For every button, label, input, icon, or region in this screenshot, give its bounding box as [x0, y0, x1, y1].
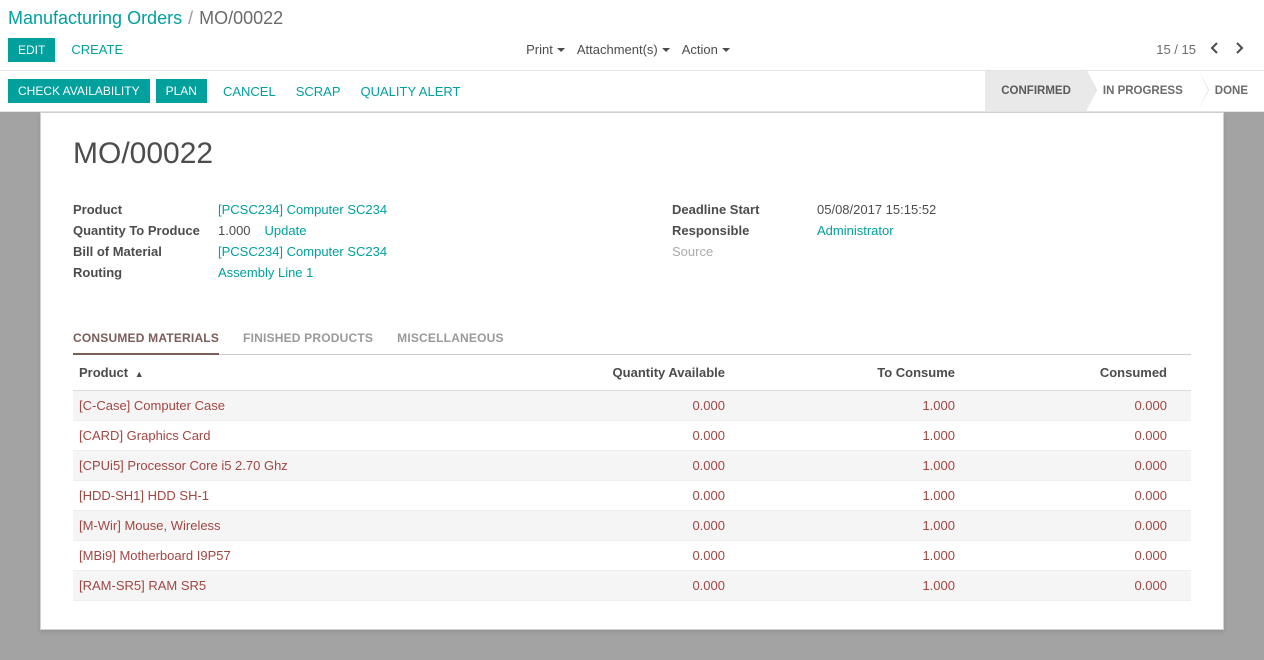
product-link[interactable]: [MBi9] Motherboard I9P57	[79, 548, 231, 563]
routing-value[interactable]: Assembly Line 1	[218, 265, 313, 280]
product-link[interactable]: [CPUi5] Processor Core i5 2.70 Ghz	[79, 458, 288, 473]
tabs: CONSUMED MATERIALS FINISHED PRODUCTS MIS…	[73, 323, 1191, 355]
col-qty-available[interactable]: Quantity Available	[501, 355, 731, 391]
breadcrumb-separator: /	[188, 8, 193, 29]
consumed-cell: 0.000	[961, 511, 1191, 541]
table-row: [HDD-SH1] HDD SH-1 0.0001.0000.000	[73, 481, 1191, 511]
responsible-value[interactable]: Administrator	[817, 223, 894, 238]
source-label: Source	[672, 244, 817, 259]
qty-available-cell: 0.000	[501, 541, 731, 571]
table-row: [C-Case] Computer Case 0.0001.0000.000	[73, 391, 1191, 421]
table-row: [CPUi5] Processor Core i5 2.70 Ghz 0.0001…	[73, 451, 1191, 481]
attachments-dropdown[interactable]: Attachment(s)	[577, 42, 670, 57]
to-consume-cell: 1.000	[731, 511, 961, 541]
scrap-button[interactable]: SCRAP	[296, 84, 341, 99]
pager-prev-button[interactable]	[1206, 37, 1222, 62]
cancel-button[interactable]: CANCEL	[223, 84, 276, 99]
quality-alert-button[interactable]: QUALITY ALERT	[361, 84, 461, 99]
col-product-label: Product	[79, 365, 128, 380]
routing-label: Routing	[73, 265, 218, 280]
tab-miscellaneous[interactable]: MISCELLANEOUS	[397, 323, 504, 355]
bom-value[interactable]: [PCSC234] Computer SC234	[218, 244, 387, 259]
consumed-cell: 0.000	[961, 421, 1191, 451]
check-availability-button[interactable]: CHECK AVAILABILITY	[8, 79, 150, 103]
table-row: [M-Wir] Mouse, Wireless 0.0001.0000.000	[73, 511, 1191, 541]
qty-available-cell: 0.000	[501, 451, 731, 481]
to-consume-cell: 1.000	[731, 451, 961, 481]
product-label: Product	[73, 202, 218, 217]
status-in-progress[interactable]: IN PROGRESS	[1087, 71, 1199, 111]
product-link[interactable]: [CARD] Graphics Card	[79, 428, 210, 443]
col-product[interactable]: Product ▲	[73, 355, 501, 391]
action-dropdown[interactable]: Action	[682, 42, 730, 57]
qty-value: 1.000	[218, 223, 251, 238]
chevron-left-icon	[1210, 42, 1218, 54]
breadcrumb-root[interactable]: Manufacturing Orders	[8, 8, 182, 29]
to-consume-cell: 1.000	[731, 391, 961, 421]
consumed-cell: 0.000	[961, 571, 1191, 601]
chevron-right-icon	[1236, 42, 1244, 54]
table-row: [MBi9] Motherboard I9P57 0.0001.0000.000	[73, 541, 1191, 571]
breadcrumb: Manufacturing Orders / MO/00022	[8, 8, 1248, 29]
product-link[interactable]: [RAM-SR5] RAM SR5	[79, 578, 206, 593]
responsible-label: Responsible	[672, 223, 817, 238]
qty-available-cell: 0.000	[501, 511, 731, 541]
bom-label: Bill of Material	[73, 244, 218, 259]
consumed-cell: 0.000	[961, 541, 1191, 571]
record-title: MO/00022	[73, 137, 1191, 171]
deadline-label: Deadline Start	[672, 202, 817, 217]
print-label: Print	[526, 42, 553, 57]
caret-down-icon	[662, 48, 670, 52]
to-consume-cell: 1.000	[731, 421, 961, 451]
product-value[interactable]: [PCSC234] Computer SC234	[218, 202, 387, 217]
create-button[interactable]: CREATE	[71, 42, 123, 57]
update-qty-button[interactable]: Update	[265, 223, 307, 238]
caret-down-icon	[722, 48, 730, 52]
qty-available-cell: 0.000	[501, 421, 731, 451]
to-consume-cell: 1.000	[731, 571, 961, 601]
table-row: [RAM-SR5] RAM SR5 0.0001.0000.000	[73, 571, 1191, 601]
consumed-cell: 0.000	[961, 391, 1191, 421]
print-dropdown[interactable]: Print	[526, 42, 565, 57]
attachments-label: Attachment(s)	[577, 42, 658, 57]
edit-button[interactable]: EDIT	[8, 38, 55, 62]
table-row: [CARD] Graphics Card 0.0001.0000.000	[73, 421, 1191, 451]
action-label: Action	[682, 42, 718, 57]
product-link[interactable]: [M-Wir] Mouse, Wireless	[79, 518, 221, 533]
product-link[interactable]: [HDD-SH1] HDD SH-1	[79, 488, 209, 503]
breadcrumb-current: MO/00022	[199, 8, 283, 29]
form-sheet: MO/00022 Product [PCSC234] Computer SC23…	[40, 112, 1224, 630]
status-bar: CONFIRMED IN PROGRESS DONE	[985, 71, 1264, 111]
caret-down-icon	[557, 48, 565, 52]
consumed-cell: 0.000	[961, 481, 1191, 511]
materials-table: Product ▲ Quantity Available To Consume …	[73, 355, 1191, 601]
sort-asc-icon: ▲	[135, 369, 144, 379]
to-consume-cell: 1.000	[731, 541, 961, 571]
qty-available-cell: 0.000	[501, 391, 731, 421]
plan-button[interactable]: PLAN	[156, 79, 207, 103]
qty-available-cell: 0.000	[501, 571, 731, 601]
tab-finished-products[interactable]: FINISHED PRODUCTS	[243, 323, 373, 355]
col-consumed[interactable]: Consumed	[961, 355, 1191, 391]
deadline-value: 05/08/2017 15:15:52	[817, 202, 936, 217]
qty-label: Quantity To Produce	[73, 223, 218, 238]
product-link[interactable]: [C-Case] Computer Case	[79, 398, 225, 413]
to-consume-cell: 1.000	[731, 481, 961, 511]
tab-consumed-materials[interactable]: CONSUMED MATERIALS	[73, 323, 219, 355]
pager-count: 15 / 15	[1156, 42, 1196, 57]
status-confirmed[interactable]: CONFIRMED	[985, 71, 1087, 111]
consumed-cell: 0.000	[961, 451, 1191, 481]
col-to-consume[interactable]: To Consume	[731, 355, 961, 391]
pager-next-button[interactable]	[1232, 37, 1248, 62]
qty-available-cell: 0.000	[501, 481, 731, 511]
